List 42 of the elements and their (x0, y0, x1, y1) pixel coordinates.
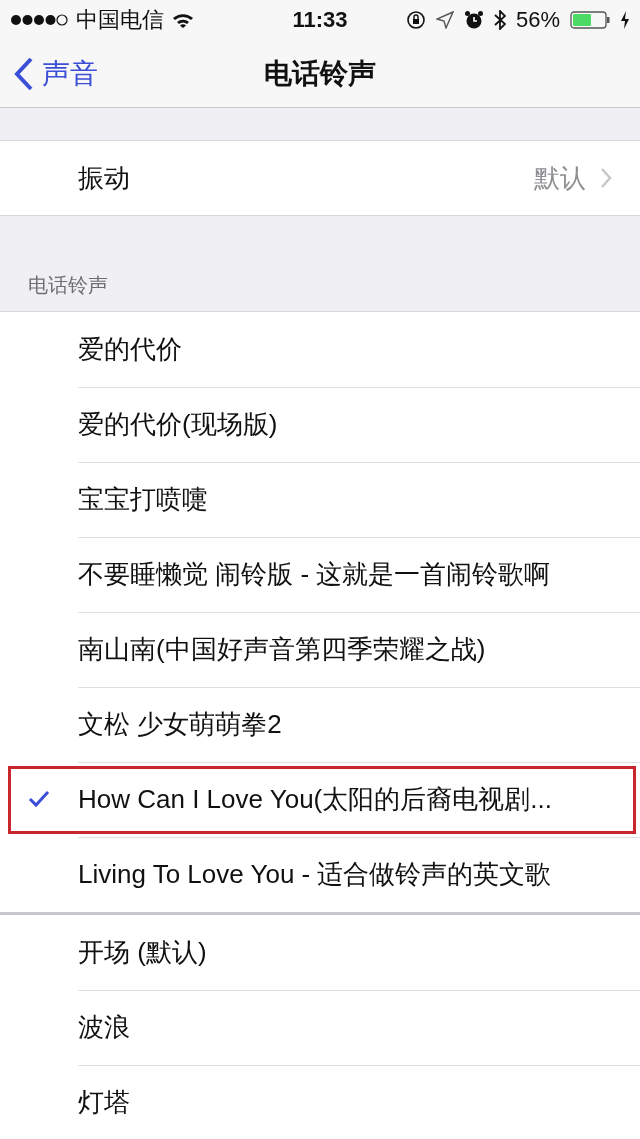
ringtone-name: 灯塔 (78, 1086, 130, 1119)
ringtone-name: 南山南(中国好声音第四季荣耀之战) (78, 632, 486, 666)
charging-icon (620, 11, 630, 29)
signal-icon (10, 13, 68, 27)
rotation-lock-icon (405, 10, 426, 30)
ringtone-row[interactable]: 爱的代价(现场版) (0, 387, 640, 462)
checkmark-icon (28, 790, 50, 808)
battery-icon (570, 11, 610, 29)
ringtone-name: 爱的代价 (78, 332, 182, 366)
ringtone-name: Living To Love You - 适合做铃声的英文歌 (78, 858, 552, 891)
vibration-row[interactable]: 振动 默认 (0, 140, 640, 216)
bluetooth-icon (493, 10, 506, 30)
ringtone-row[interactable]: 波浪 (0, 990, 640, 1065)
ringtone-row[interactable]: 宝宝打喷嚏 (0, 462, 640, 537)
chevron-icon (600, 167, 612, 189)
ringtone-name: 爱的代价(现场版) (78, 407, 278, 441)
ringtone-row[interactable]: 爱的代价 (0, 312, 640, 387)
row-label: 振动 (78, 161, 131, 195)
ringtone-name: 宝宝打喷嚏 (78, 482, 208, 516)
alarm-icon (463, 10, 484, 30)
ringtone-row[interactable]: 开场 (默认) (0, 915, 640, 990)
ringtone-name: How Can I Love You(太阳的后裔电视剧... (78, 782, 552, 816)
ringtone-name: 不要睡懒觉 闹铃版 - 这就是一首闹铃歌啊 (78, 557, 551, 591)
carrier-name: 中国电信 (76, 6, 164, 34)
section-header: 电话铃声 (28, 273, 108, 298)
ringtone-row[interactable]: Living To Love You - 适合做铃声的英文歌 (0, 837, 640, 912)
ringtone-row[interactable]: 不要睡懒觉 闹铃版 - 这就是一首闹铃歌啊 (0, 537, 640, 612)
ringtone-name: 开场 (默认) (78, 935, 207, 969)
ringtone-row[interactable]: 文松 少女萌萌拳2 (0, 687, 640, 762)
back-chevron-icon (14, 56, 34, 91)
ringtone-name: 波浪 (78, 1010, 130, 1044)
ringtone-row[interactable]: How Can I Love You(太阳的后裔电视剧... (0, 762, 640, 837)
ringtone-name: 文松 少女萌萌拳2 (78, 707, 282, 741)
ringtone-row[interactable]: 灯塔 (0, 1065, 640, 1139)
status-time: 11:33 (292, 7, 348, 33)
back-button[interactable]: 声音 (0, 54, 98, 93)
wifi-icon (172, 12, 194, 28)
row-value: 默认 (534, 161, 586, 195)
battery-percent: 56% (515, 7, 560, 33)
screen-title: 电话铃声 (264, 56, 376, 91)
ringtone-row[interactable]: 南山南(中国好声音第四季荣耀之战) (0, 612, 640, 687)
location-icon (435, 11, 454, 29)
